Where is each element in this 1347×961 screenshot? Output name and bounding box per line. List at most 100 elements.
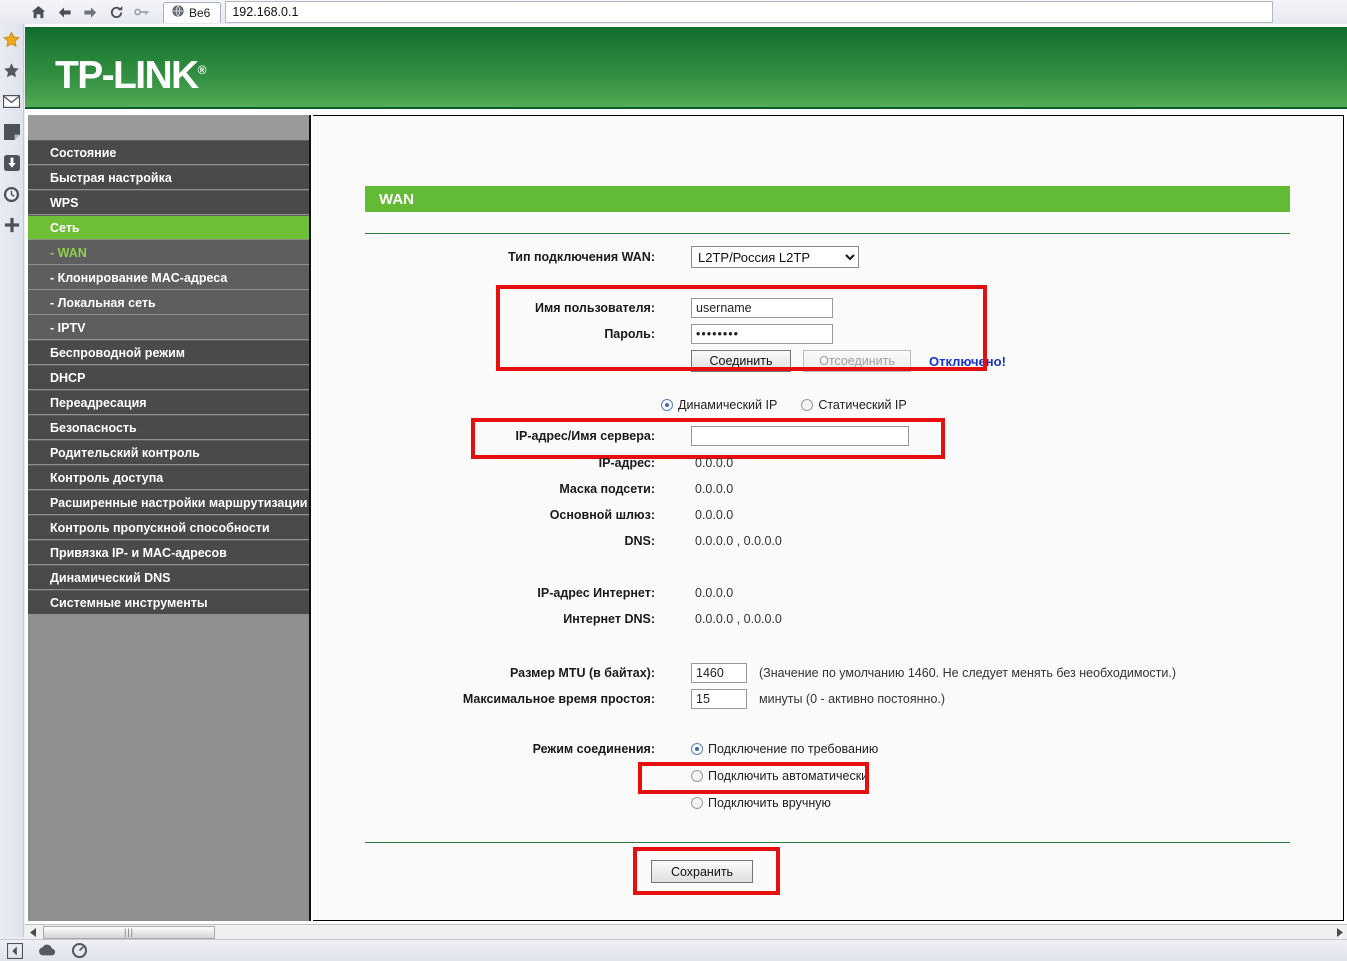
- internet-dns-row: Интернет DNS: 0.0.0.0 , 0.0.0.0: [365, 612, 782, 626]
- menu-label: DHCP: [50, 370, 86, 385]
- menu-label: Сеть: [50, 220, 80, 235]
- sidebar-item-dhcp[interactable]: DHCP: [28, 365, 309, 389]
- star-filled-icon[interactable]: [3, 30, 21, 48]
- browser-toolbar: Ве6 192.168.0.1: [0, 0, 1347, 24]
- radio-connect-on-demand-indicator: [691, 743, 703, 755]
- sidebar-item-ip-mac-binding[interactable]: Привязка IP- и MAC-адресов: [28, 540, 309, 564]
- radio-static-ip[interactable]: Статический IP: [801, 398, 907, 412]
- scroll-right-arrow[interactable]: [1331, 925, 1347, 940]
- sidebar-item-access-control[interactable]: Контроль доступа: [28, 465, 309, 489]
- reload-icon[interactable]: [103, 0, 129, 24]
- sidebar-item-parental-control[interactable]: Родительский контроль: [28, 440, 309, 464]
- wan-type-row: Тип подключения WAN: L2TP/Россия L2TP: [365, 246, 859, 268]
- connect-button[interactable]: Соединить: [691, 350, 791, 372]
- menu-label: - Клонирование MAC-адреса: [50, 270, 228, 285]
- menu-label: Родительский контроль: [50, 445, 200, 460]
- radio-dynamic-ip[interactable]: Динамический IP: [661, 398, 777, 412]
- connection-mode-manual-row: Подключить вручную: [691, 796, 831, 810]
- note-icon[interactable]: [3, 123, 21, 141]
- menu-label: Системные инструменты: [50, 595, 208, 610]
- username-input[interactable]: username: [691, 298, 833, 318]
- mtu-hint: (Значение по умолчанию 1460. Не следует …: [759, 666, 1177, 680]
- server-address-label: IP-адрес/Имя сервера:: [515, 429, 655, 443]
- ip-address-value: 0.0.0.0: [695, 456, 734, 470]
- cloud-icon[interactable]: [38, 942, 56, 960]
- address-bar[interactable]: 192.168.0.1: [225, 1, 1274, 23]
- wan-type-select[interactable]: L2TP/Россия L2TP: [691, 246, 859, 268]
- radio-connect-on-demand[interactable]: Подключение по требованию: [691, 742, 878, 756]
- subnet-mask-value: 0.0.0.0: [695, 482, 734, 496]
- sidebar-item-wireless[interactable]: Беспроводной режим: [28, 340, 309, 364]
- password-input[interactable]: ••••••••: [691, 324, 833, 344]
- trademark-mark: ®: [197, 63, 207, 77]
- radio-connect-automatically[interactable]: Подключить автоматически: [691, 769, 868, 783]
- scrollbar-thumb[interactable]: |||: [43, 925, 215, 939]
- username-value: username: [696, 301, 752, 315]
- download-icon[interactable]: [3, 154, 21, 172]
- save-button[interactable]: Сохранить: [651, 860, 753, 883]
- clock-icon[interactable]: [3, 185, 21, 203]
- password-label: Пароль:: [604, 327, 655, 341]
- menu-label: Расширенные настройки маршрутизации: [50, 495, 308, 510]
- menu-label: Привязка IP- и MAC-адресов: [50, 545, 227, 560]
- sidebar-item-lan[interactable]: - Локальная сеть: [28, 290, 309, 314]
- menu-label: Безопасность: [50, 420, 137, 435]
- back-icon[interactable]: [51, 0, 77, 24]
- subnet-mask-label: Маска подсети:: [559, 482, 655, 496]
- forward-icon[interactable]: [77, 0, 103, 24]
- disconnect-button: Отсоединить: [803, 350, 911, 372]
- mtu-input[interactable]: 1460: [691, 663, 747, 683]
- idle-time-input[interactable]: 15: [691, 689, 747, 709]
- scroll-left-arrow[interactable]: [25, 925, 41, 940]
- home-icon[interactable]: [25, 0, 51, 24]
- radio-connect-on-demand-label: Подключение по требованию: [708, 742, 879, 756]
- sidebar-item-ddns[interactable]: Динамический DNS: [28, 565, 309, 589]
- sidebar-item-quicksetup[interactable]: Быстрая настройка: [28, 165, 309, 189]
- connection-mode-row: Режим соединения: Подключение по требова…: [365, 742, 879, 756]
- sidebar-item-status[interactable]: Состояние: [28, 140, 309, 164]
- connection-mode-auto-row: Подключить автоматически: [691, 769, 868, 783]
- status-bar: [0, 939, 1347, 961]
- sidebar-menu: Состояние Быстрая настройка WPS Сеть - W…: [28, 115, 311, 921]
- internet-ip-row: IP-адрес Интернет: 0.0.0.0: [365, 586, 733, 600]
- content-panel: WAN Тип подключения WAN: L2TP/Россия L2T…: [313, 115, 1344, 921]
- speedometer-icon[interactable]: [70, 942, 88, 960]
- menu-label: Быстрая настройка: [50, 170, 172, 185]
- menu-label: Состояние: [50, 145, 117, 160]
- menu-label: Переадресация: [50, 395, 147, 410]
- panel-collapse-icon[interactable]: [6, 942, 24, 960]
- plus-icon[interactable]: [3, 216, 21, 234]
- dns-label: DNS:: [624, 534, 655, 548]
- sidebar-item-network[interactable]: Сеть: [28, 215, 309, 239]
- ip-address-row: IP-адрес: 0.0.0.0: [365, 456, 734, 470]
- menu-label: Беспроводной режим: [50, 345, 186, 360]
- divider-bottom: [365, 842, 1290, 843]
- server-address-row: IP-адрес/Имя сервера:: [365, 426, 909, 446]
- star-icon[interactable]: [3, 61, 21, 79]
- sidebar-item-mac-clone[interactable]: - Клонирование MAC-адреса: [28, 265, 309, 289]
- idle-time-value: 15: [696, 692, 710, 706]
- connection-actions-row: Соединить Отсоединить Отключено!: [365, 350, 1006, 372]
- sidebar-item-security[interactable]: Безопасность: [28, 415, 309, 439]
- subnet-mask-row: Маска подсети: 0.0.0.0: [365, 482, 733, 496]
- server-address-input[interactable]: [691, 426, 909, 446]
- radio-connect-manually-indicator: [691, 797, 703, 809]
- dns-value: 0.0.0.0 , 0.0.0.0: [695, 534, 782, 548]
- idle-time-hint: минуты (0 - активно постоянно.): [759, 692, 946, 706]
- sidebar-item-system-tools[interactable]: Системные инструменты: [28, 590, 309, 614]
- sidebar-item-iptv[interactable]: - IPTV: [28, 315, 309, 339]
- sidebar-item-advanced-routing[interactable]: Расширенные настройки маршрутизации: [28, 490, 309, 514]
- sidebar-item-wps[interactable]: WPS: [28, 190, 309, 214]
- sidebar-item-bandwidth-control[interactable]: Контроль пропускной способности: [28, 515, 309, 539]
- tplink-logo: TP-LINK®: [55, 54, 207, 97]
- radio-connect-manually[interactable]: Подключить вручную: [691, 796, 831, 810]
- page-viewport: TP-LINK® Состояние Быстрая настройка WPS…: [25, 24, 1347, 924]
- envelope-icon[interactable]: [3, 92, 21, 110]
- browser-tab[interactable]: Ве6: [163, 1, 222, 23]
- username-row: Имя пользователя: username: [365, 298, 833, 318]
- key-icon[interactable]: [129, 0, 155, 24]
- sidebar-item-forwarding[interactable]: Переадресация: [28, 390, 309, 414]
- horizontal-scrollbar[interactable]: |||: [25, 924, 1347, 939]
- sidebar-item-wan[interactable]: - WAN: [28, 240, 309, 264]
- scrollbar-grip: |||: [123, 927, 134, 937]
